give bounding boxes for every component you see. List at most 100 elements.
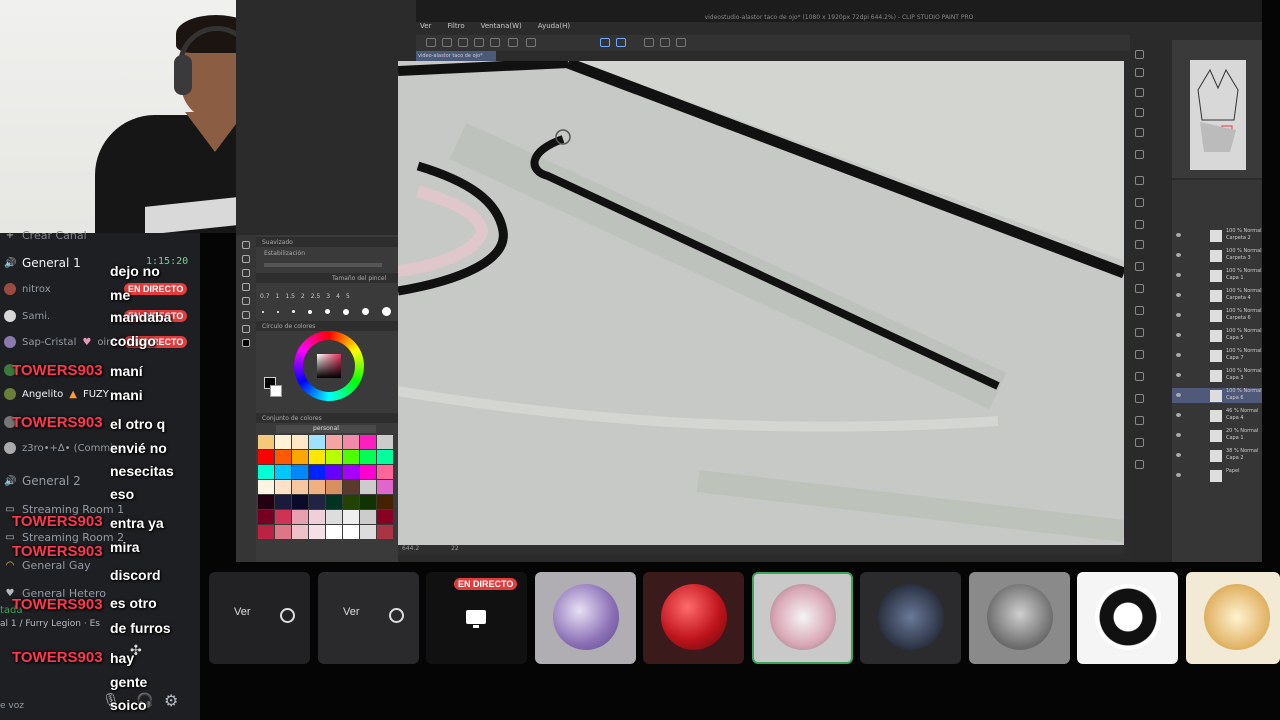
layer-row[interactable]: 100 % Normal Carpeta 6 xyxy=(1172,308,1262,323)
color-swatch[interactable] xyxy=(309,525,325,539)
color-wheel[interactable] xyxy=(294,331,364,401)
copy-icon[interactable] xyxy=(1135,220,1144,229)
color-swatch[interactable] xyxy=(343,525,359,539)
brush-size-option[interactable]: 2.5 xyxy=(311,293,321,300)
color-swatch[interactable] xyxy=(292,435,308,449)
menu-ver[interactable]: Ver xyxy=(420,22,431,35)
grid-icon[interactable] xyxy=(644,38,654,47)
drawing-canvas[interactable] xyxy=(398,61,1124,545)
grid-icon[interactable] xyxy=(1135,306,1144,315)
color-swatch[interactable] xyxy=(343,435,359,449)
color-swatch[interactable] xyxy=(377,525,393,539)
member-row[interactable]: nitrox xyxy=(4,280,51,298)
eye-icon[interactable] xyxy=(1176,433,1181,437)
eye-icon[interactable] xyxy=(1176,333,1181,337)
voice-channel-general-1[interactable]: 🔊 General 1 xyxy=(4,255,81,271)
stabilization-slider[interactable] xyxy=(264,263,382,267)
color-swatch[interactable] xyxy=(326,450,342,464)
eye-icon[interactable] xyxy=(1176,473,1181,477)
brush-dot[interactable] xyxy=(343,308,349,315)
navigator-thumbnail[interactable] xyxy=(1190,60,1246,170)
canvas-tab[interactable]: video-alastor taco de ojo* xyxy=(416,51,496,61)
color-swatch[interactable] xyxy=(292,480,308,494)
brush-dot[interactable] xyxy=(292,310,295,313)
new-icon[interactable] xyxy=(426,38,436,47)
color-swatch[interactable] xyxy=(377,465,393,479)
layer-row[interactable]: 38 % Normal Capa 2 xyxy=(1172,448,1262,463)
color-swatch[interactable] xyxy=(309,450,325,464)
member-row[interactable]: z3ro•+∆• (Commiss xyxy=(4,439,123,457)
brush-dot[interactable] xyxy=(308,309,312,314)
lasso-tool-icon[interactable] xyxy=(242,269,250,277)
brush-dot[interactable] xyxy=(382,307,391,316)
layer-row[interactable]: 100 % Normal Carpeta 2 xyxy=(1172,228,1262,243)
join-icon[interactable] xyxy=(389,608,404,623)
layer-row[interactable]: 46 % Normal Capa 4 xyxy=(1172,408,1262,423)
color-swatch[interactable] xyxy=(309,480,325,494)
color-swatch[interactable] xyxy=(275,525,291,539)
zoom-tool-icon[interactable] xyxy=(242,297,250,305)
color-swatch[interactable] xyxy=(326,480,342,494)
save-icon[interactable] xyxy=(458,38,468,47)
color-swatch[interactable] xyxy=(377,435,393,449)
layer-row[interactable]: 100 % Normal Capa 6 xyxy=(1172,388,1262,403)
brush-dot[interactable] xyxy=(277,310,279,313)
layer-mask-icon[interactable] xyxy=(1135,350,1144,359)
stream-tile[interactable] xyxy=(1077,572,1178,664)
color-swatch[interactable] xyxy=(343,510,359,524)
stream-tile[interactable] xyxy=(969,572,1070,664)
layer-row[interactable]: 100 % Normal Capa 1 xyxy=(1172,268,1262,283)
clear-icon[interactable] xyxy=(508,38,518,47)
color-swatch[interactable] xyxy=(360,525,376,539)
reference-icon[interactable] xyxy=(1135,372,1144,381)
color-swatch[interactable] xyxy=(258,450,274,464)
eye-icon[interactable] xyxy=(1176,273,1181,277)
color-swatch[interactable] xyxy=(292,450,308,464)
join-icon[interactable] xyxy=(280,608,295,623)
stream-tile-live[interactable]: EN DIRECTO xyxy=(426,572,527,664)
lock-icon[interactable] xyxy=(1135,394,1144,403)
color-swatch[interactable] xyxy=(360,465,376,479)
cut-icon[interactable] xyxy=(1135,262,1144,271)
color-swatch[interactable] xyxy=(360,450,376,464)
color-swatch[interactable] xyxy=(326,495,342,509)
snap-icon[interactable] xyxy=(600,38,610,47)
color-swatch[interactable] xyxy=(326,510,342,524)
member-row[interactable]: Angelito ▲ FUZY xyxy=(4,385,109,403)
layer-row[interactable]: 100 % Normal Capa 7 xyxy=(1172,348,1262,363)
eye-icon[interactable] xyxy=(1176,393,1181,397)
color-swatch[interactable] xyxy=(326,435,342,449)
member-row[interactable]: Sami. xyxy=(4,307,50,325)
trash-icon[interactable] xyxy=(1135,438,1144,447)
color-swatch[interactable] xyxy=(275,435,291,449)
brush-size-option[interactable]: 1 xyxy=(276,293,280,300)
stream-tile-speaking[interactable] xyxy=(752,572,853,664)
main-color-icon[interactable] xyxy=(242,339,250,347)
layer-row[interactable]: 100 % Normal Capa 5 xyxy=(1172,328,1262,343)
layer-row[interactable]: 100 % Normal Capa 3 xyxy=(1172,368,1262,383)
merge-icon[interactable] xyxy=(1135,460,1144,469)
eye-icon[interactable] xyxy=(1176,353,1181,357)
gear-icon[interactable]: ⚙ xyxy=(164,691,178,710)
eye-icon[interactable] xyxy=(1176,313,1181,317)
color-swatch[interactable] xyxy=(309,435,325,449)
properties-icon[interactable] xyxy=(1135,88,1144,97)
eye-icon[interactable] xyxy=(1176,373,1181,377)
brush-size-option[interactable]: 4 xyxy=(336,293,340,300)
color-swatch[interactable] xyxy=(258,435,274,449)
fill-icon[interactable] xyxy=(1135,328,1144,337)
color-swatch[interactable] xyxy=(275,450,291,464)
color-swatch[interactable] xyxy=(326,465,342,479)
color-swatch[interactable] xyxy=(258,465,274,479)
eye-icon[interactable] xyxy=(1176,293,1181,297)
brush-size-option[interactable]: 5 xyxy=(346,293,350,300)
navigator-icon[interactable] xyxy=(1135,50,1144,59)
layer-row[interactable]: 20 % Normal Capa 1 xyxy=(1172,428,1262,443)
background-color-swatch[interactable] xyxy=(270,385,282,397)
pen-tool-icon[interactable] xyxy=(242,283,250,291)
rotate-icon[interactable] xyxy=(676,38,686,47)
brush-size-option[interactable]: 1.5 xyxy=(285,293,295,300)
eye-icon[interactable] xyxy=(1176,413,1181,417)
color-swatch[interactable] xyxy=(258,525,274,539)
transform-icon[interactable] xyxy=(660,38,670,47)
